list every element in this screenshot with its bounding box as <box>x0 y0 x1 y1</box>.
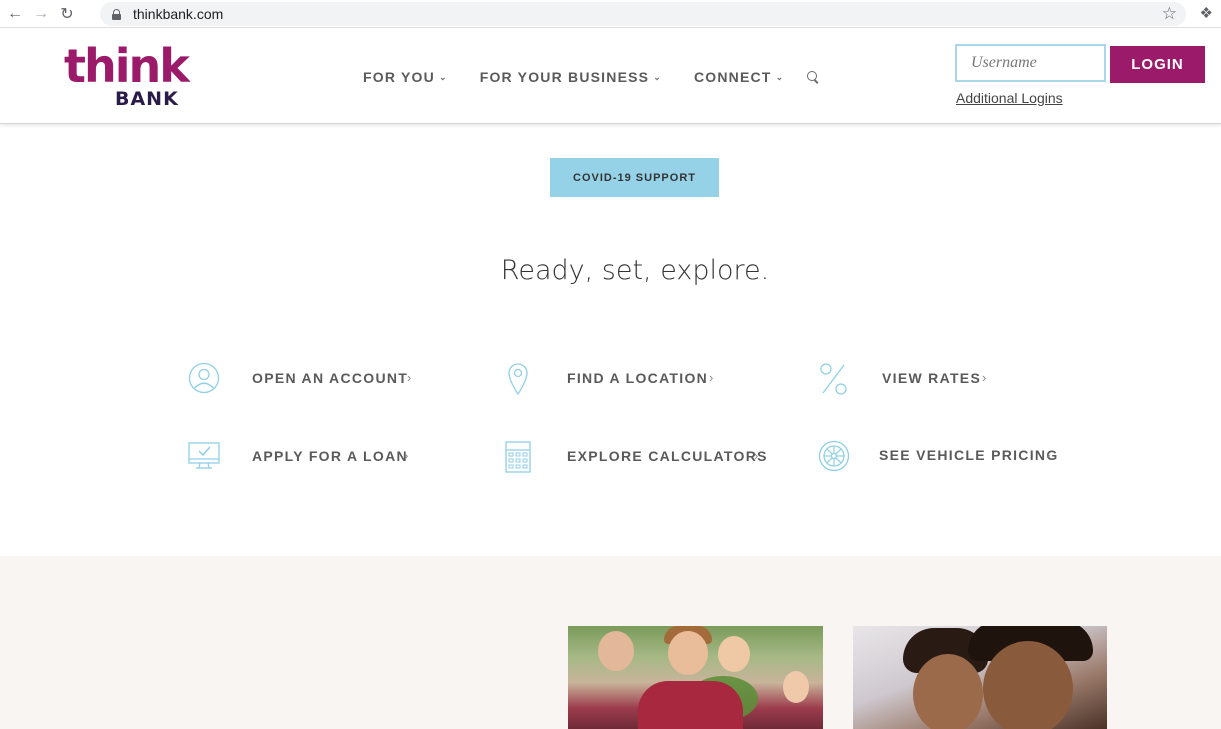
chevron-right-icon: › <box>407 370 412 385</box>
url-text: thinkbank.com <box>133 6 224 22</box>
main-nav: FOR YOU ⌄ FOR YOUR BUSINESS ⌄ CONNECT ⌄ <box>363 69 820 85</box>
monitor-check-icon <box>188 442 220 469</box>
chevron-right-icon: › <box>982 370 987 385</box>
login-form: LOGIN Additional Logins <box>955 44 1205 106</box>
view-rates-label: VIEW RATES <box>882 370 982 386</box>
chevron-right-icon: › <box>1046 447 1051 462</box>
reload-icon[interactable]: ↻ <box>56 3 78 25</box>
mother-daughter-photo[interactable] <box>853 626 1107 729</box>
quick-link-explore-calculators[interactable]: EXPLORE CALCULATORS › <box>505 441 775 473</box>
nav-for-your-business[interactable]: FOR YOUR BUSINESS ⌄ <box>480 69 662 85</box>
family-gardening-photo[interactable] <box>568 626 823 729</box>
back-arrow-icon[interactable]: ← <box>4 3 26 25</box>
explore-calculators-label: EXPLORE CALCULATORS <box>567 448 768 464</box>
apply-loan-label: APPLY FOR A LOAN <box>252 448 408 464</box>
forward-arrow-icon[interactable]: → <box>30 3 52 25</box>
nav-connect-label: CONNECT <box>693 69 772 85</box>
wheel-icon <box>818 440 850 472</box>
chevron-down-icon: ⌄ <box>438 71 448 82</box>
site-header: think BANK FOR YOU ⌄ FOR YOUR BUSINESS ⌄… <box>0 29 1221 124</box>
nav-for-you[interactable]: FOR YOU ⌄ <box>363 69 448 85</box>
think-bank-logo[interactable]: think BANK <box>64 43 194 113</box>
page-headline: Ready, set, explore. <box>500 255 770 286</box>
username-input[interactable] <box>955 44 1106 82</box>
search-icon[interactable] <box>806 70 820 84</box>
address-bar[interactable]: thinkbank.com <box>100 2 1186 26</box>
nav-for-your-business-label: FOR YOUR BUSINESS <box>479 69 650 85</box>
logo-think-text: think <box>64 39 190 93</box>
chevron-down-icon: ⌄ <box>775 71 785 82</box>
nav-connect[interactable]: CONNECT ⌄ <box>694 69 784 85</box>
quick-link-apply-loan[interactable]: APPLY FOR A LOAN › <box>188 441 428 473</box>
quick-link-view-rates[interactable]: VIEW RATES › <box>819 362 1019 396</box>
chevron-right-icon: › <box>754 448 759 463</box>
bookmark-star-icon[interactable]: ☆ <box>1162 4 1177 24</box>
quick-link-open-account[interactable]: OPEN AN ACCOUNT › <box>188 362 428 394</box>
quick-link-vehicle-pricing[interactable]: SEE VEHICLE PRICING › <box>818 440 1058 472</box>
lock-icon <box>112 8 121 20</box>
covid-support-button[interactable]: COVID-19 SUPPORT <box>550 158 719 197</box>
calculator-icon <box>505 441 531 473</box>
nav-for-you-label: FOR YOU <box>363 69 435 85</box>
percent-icon <box>820 363 847 395</box>
chevron-right-icon: › <box>709 370 714 385</box>
user-circle-icon <box>188 362 220 394</box>
login-button[interactable]: LOGIN <box>1110 46 1205 83</box>
logo-bank-text: BANK <box>115 88 179 110</box>
find-location-label: FIND A LOCATION <box>567 370 709 386</box>
browser-toolbar: ← → ↻ thinkbank.com ☆ ❖ <box>0 0 1221 28</box>
vehicle-pricing-label: SEE VEHICLE PRICING <box>879 447 1059 463</box>
open-account-label: OPEN AN ACCOUNT <box>252 370 409 386</box>
additional-logins-link[interactable]: Additional Logins <box>956 90 1063 106</box>
map-pin-icon <box>508 363 528 396</box>
chevron-right-icon: › <box>404 448 409 463</box>
chevron-down-icon: ⌄ <box>653 71 662 82</box>
quick-link-find-location[interactable]: FIND A LOCATION › <box>507 362 747 396</box>
extensions-puzzle-icon[interactable]: ❖ <box>1200 4 1213 22</box>
